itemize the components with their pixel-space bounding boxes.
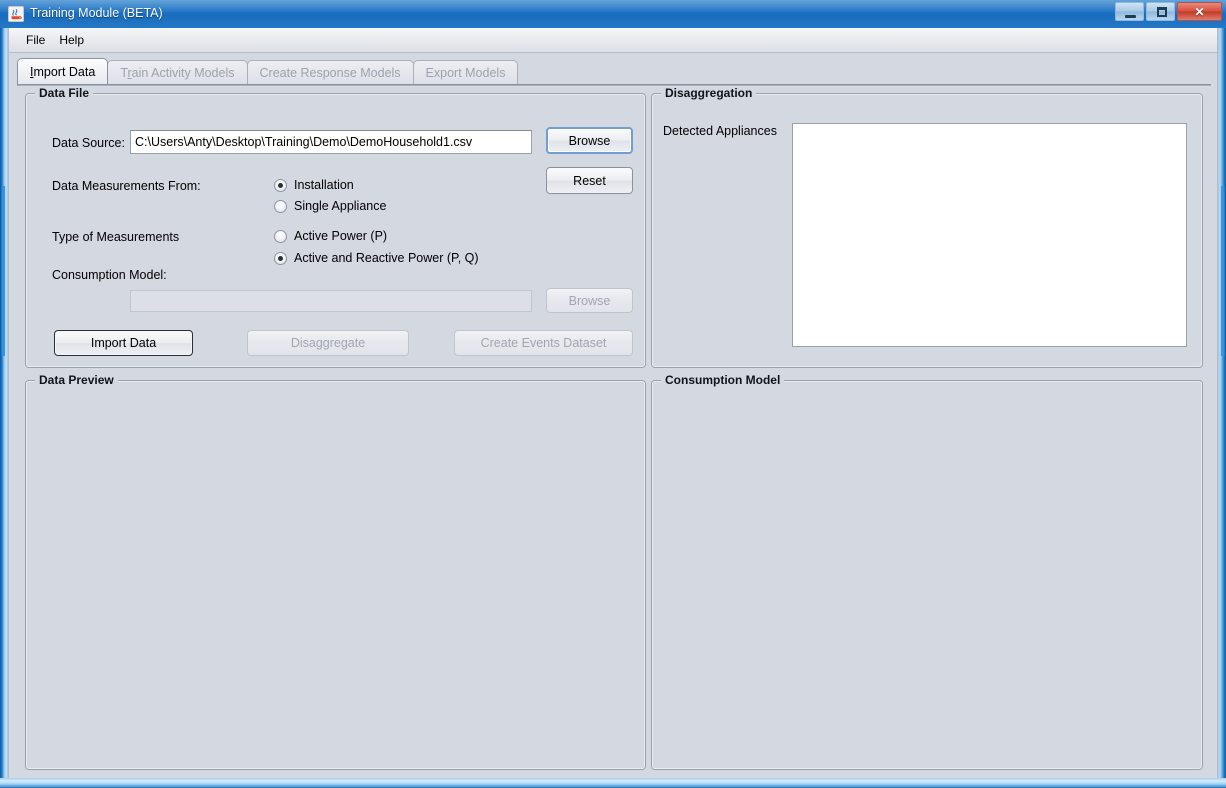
tab-create-response-models-label: Create Response Models — [259, 65, 401, 80]
tab-train-activity-models-label: ain Activity Models — [131, 65, 235, 80]
window-title: Training Module (BETA) — [30, 6, 163, 20]
window-frame-bottom-edge — [0, 778, 1226, 788]
data-file-panel-title: Data File — [35, 86, 94, 100]
consumption-model-panel-title: Consumption Model — [661, 373, 785, 387]
minimize-icon — [1125, 15, 1136, 18]
tab-import-data[interactable]: Import Data — [17, 58, 109, 84]
radio-single-appliance-icon — [274, 199, 287, 213]
data-file-panel: Data File Data Source: C:\Users\Anty\Des… — [25, 86, 646, 368]
close-button[interactable]: ✕ — [1177, 2, 1222, 21]
window-frame-left-edge — [0, 28, 8, 780]
data-source-label: Data Source: — [52, 136, 125, 150]
application-window: Training Module (BETA) ✕ File Help Impor… — [0, 0, 1226, 788]
radio-active-power[interactable]: Active Power (P) — [274, 229, 387, 243]
reset-button[interactable]: Reset — [546, 167, 633, 194]
minimize-button[interactable] — [1115, 2, 1144, 21]
title-bar-sheen — [0, 0, 1226, 12]
tab-content-divider — [17, 84, 1211, 86]
tab-export-models[interactable]: Export Models — [412, 60, 519, 84]
data-preview-content — [34, 395, 637, 761]
radio-active-and-reactive-power[interactable]: Active and Reactive Power (P, Q) — [274, 251, 479, 265]
tab-export-models-label: Export Models — [425, 65, 506, 80]
data-measurements-from-label: Data Measurements From: — [52, 179, 201, 193]
import-data-button[interactable]: Import Data — [54, 330, 193, 356]
detected-appliances-list[interactable] — [792, 123, 1187, 347]
tab-create-response-models[interactable]: Create Response Models — [246, 60, 414, 84]
type-of-measurements-label: Type of Measurements — [52, 230, 180, 244]
consumption-model-input[interactable] — [130, 290, 532, 312]
radio-single-appliance[interactable]: Single Appliance — [274, 199, 386, 213]
disaggregation-panel: Disaggregation Detected Appliances — [651, 86, 1203, 368]
menu-bar: File Help — [9, 28, 1217, 53]
consumption-model-browse-button[interactable]: Browse — [546, 288, 633, 313]
radio-active-power-label: Active Power (P) — [294, 229, 388, 243]
java-coffee-cup-icon — [7, 5, 25, 23]
radio-installation[interactable]: Installation — [274, 178, 354, 192]
disaggregate-button[interactable]: Disaggregate — [247, 330, 409, 356]
client-area: File Help Import Data Train Activity Mod… — [8, 28, 1218, 778]
maximize-button[interactable] — [1146, 2, 1175, 21]
data-preview-panel: Data Preview — [25, 373, 646, 770]
consumption-model-panel: Consumption Model — [651, 373, 1203, 770]
radio-active-and-reactive-power-icon — [274, 251, 287, 265]
create-events-dataset-button[interactable]: Create Events Dataset — [454, 330, 633, 356]
tab-import-data-label: mport Data — [33, 64, 96, 79]
consumption-model-label: Consumption Model: — [52, 268, 167, 282]
tab-train-activity-models[interactable]: Train Activity Models — [107, 60, 248, 84]
data-preview-panel-title: Data Preview — [35, 373, 118, 387]
radio-installation-icon — [274, 178, 287, 192]
radio-single-appliance-label: Single Appliance — [294, 199, 387, 213]
data-source-input[interactable]: C:\Users\Anty\Desktop\Training\Demo\Demo… — [130, 130, 532, 154]
radio-installation-label: Installation — [294, 178, 354, 192]
window-frame-right-edge — [1218, 28, 1226, 780]
tab-strip: Import Data Train Activity Models Create… — [17, 58, 1211, 84]
radio-active-power-icon — [274, 229, 287, 243]
menu-item-file[interactable]: File — [19, 30, 52, 50]
close-icon: ✕ — [1194, 4, 1205, 19]
window-frame-right-accent — [1221, 186, 1226, 356]
disaggregation-panel-title: Disaggregation — [661, 86, 757, 100]
window-frame-left-accent — [0, 186, 5, 356]
radio-active-and-reactive-power-label: Active and Reactive Power (P, Q) — [294, 251, 479, 265]
data-source-browse-button[interactable]: Browse — [546, 127, 633, 154]
detected-appliances-label: Detected Appliances — [663, 124, 777, 138]
consumption-model-content — [660, 395, 1194, 761]
window-controls: ✕ — [1115, 2, 1222, 21]
menu-item-help[interactable]: Help — [52, 30, 91, 50]
maximize-icon — [1157, 7, 1167, 17]
title-bar: Training Module (BETA) ✕ — [0, 0, 1226, 28]
tab-train-activity-models-pre: T — [120, 65, 128, 80]
